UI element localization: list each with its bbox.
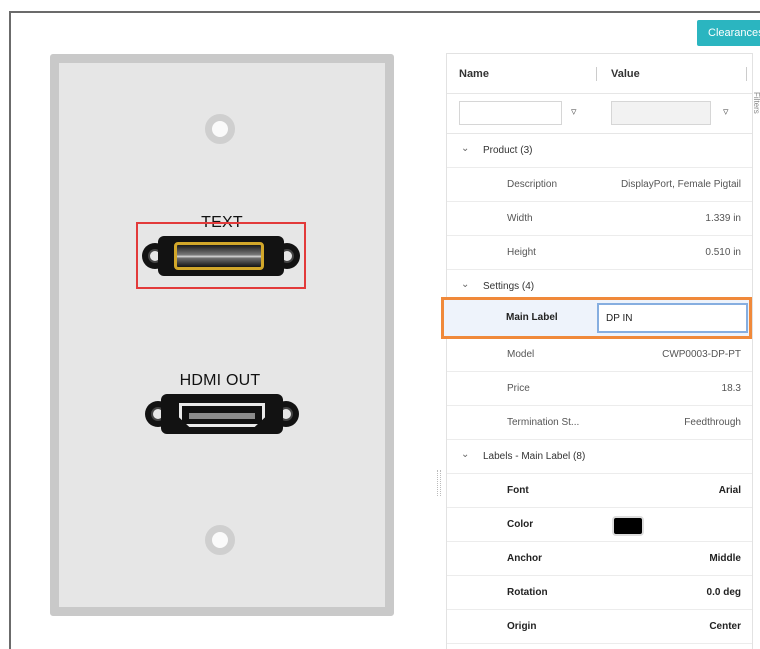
property-row[interactable]: Rotation 0.0 deg: [447, 576, 753, 610]
property-row[interactable]: Origin Center: [447, 610, 753, 644]
property-name: Rotation: [507, 587, 548, 598]
name-filter-input[interactable]: [459, 101, 562, 125]
value-filter-funnel-icon[interactable]: ▿: [723, 105, 729, 118]
property-value: DisplayPort, Female Pigtail: [620, 179, 741, 190]
value-column-header[interactable]: Value: [611, 68, 640, 80]
column-separator[interactable]: [746, 67, 747, 81]
plate-screw-bottom: [205, 525, 235, 555]
property-row[interactable]: Termination St... Feedthrough: [447, 406, 753, 440]
group-product[interactable]: ⌄ Product (3): [447, 134, 753, 168]
color-swatch[interactable]: [612, 516, 644, 536]
connector-label-bottom[interactable]: HDMI OUT: [120, 372, 320, 390]
property-value: 0.510 in: [705, 247, 741, 258]
property-value: Center: [709, 621, 741, 632]
hdmi-connector[interactable]: [143, 394, 301, 434]
property-row[interactable]: Price 18.3: [447, 372, 753, 406]
hdmi-port: [179, 403, 265, 427]
plate-screw-top: [205, 114, 235, 144]
value-filter-input[interactable]: [611, 101, 711, 125]
property-value: Feedthrough: [684, 417, 741, 428]
property-value: CWP0003-DP-PT: [662, 349, 741, 360]
displayport-connector[interactable]: [140, 236, 302, 276]
column-separator[interactable]: [596, 67, 597, 81]
property-name: Main Label: [506, 312, 558, 323]
group-labels-main-label[interactable]: ⌄ Labels - Main Label (8): [447, 440, 753, 474]
filters-side-tab[interactable]: [752, 53, 760, 649]
chevron-down-icon[interactable]: ⌄: [461, 279, 469, 290]
property-row[interactable]: Anchor Middle: [447, 542, 753, 576]
property-name: Description: [507, 179, 558, 190]
group-label: Product (3): [483, 145, 533, 156]
property-name: Font: [507, 485, 529, 496]
property-name: Termination St...: [507, 417, 580, 428]
property-value: Arial: [718, 485, 741, 496]
property-row[interactable]: Color: [447, 508, 753, 542]
grid-header: Name Value: [447, 54, 753, 94]
property-row[interactable]: Font Arial: [447, 474, 753, 508]
main-label-input[interactable]: [597, 303, 748, 333]
property-value: 1.339 in: [705, 213, 741, 224]
panel-splitter-handle[interactable]: [437, 470, 441, 496]
property-row[interactable]: Height 0.510 in: [447, 236, 753, 270]
chevron-down-icon[interactable]: ⌄: [461, 449, 469, 460]
property-row[interactable]: Width 1.339 in: [447, 202, 753, 236]
property-name: Width: [507, 213, 533, 224]
property-name: Price: [507, 383, 530, 394]
clearances-button[interactable]: Clearances: [697, 20, 760, 46]
property-name: Color: [507, 519, 534, 530]
filter-row: ▿ ▿: [447, 94, 753, 134]
property-row[interactable]: Model CWP0003-DP-PT: [447, 338, 753, 372]
property-value: 18.3: [721, 383, 741, 394]
property-name: Height: [507, 247, 536, 258]
property-name: Anchor: [507, 553, 542, 564]
name-column-header[interactable]: Name: [459, 68, 489, 80]
property-row[interactable]: Description DisplayPort, Female Pigtail: [447, 168, 753, 202]
property-value: Middle: [709, 553, 741, 564]
name-filter-funnel-icon[interactable]: ▿: [571, 105, 577, 118]
group-label: Labels - Main Label (8): [483, 451, 586, 462]
property-grid: Name Value ▿ ▿ ⌄ Product (3) Description…: [446, 53, 753, 649]
displayport-port: [174, 242, 264, 270]
filters-tab-label[interactable]: Filters: [752, 92, 760, 114]
chevron-down-icon[interactable]: ⌄: [461, 143, 469, 154]
group-label: Settings (4): [483, 281, 535, 292]
property-name: Model: [507, 349, 535, 360]
property-name: Origin: [507, 621, 537, 632]
property-value: 0.0 deg: [706, 587, 741, 598]
main-label-edit-row[interactable]: Main Label: [441, 297, 752, 339]
